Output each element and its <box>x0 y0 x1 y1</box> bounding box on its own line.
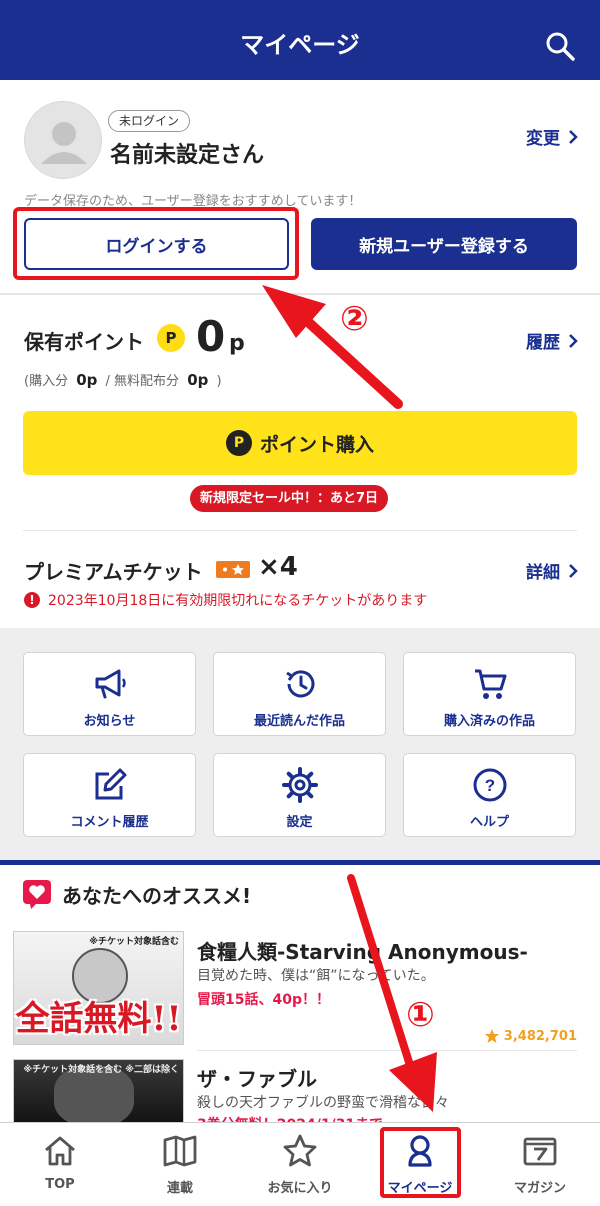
ticket-expiry-warning: ! 2023年10月18日に有効期限切れになるチケットがあります <box>24 590 427 610</box>
tab-label: マガジン <box>513 1181 566 1196</box>
point-coin-icon: P <box>225 430 252 456</box>
login-highlight-annotation <box>13 207 299 280</box>
menu-label: 最近読んだ作品 <box>253 714 345 729</box>
menu-comment-history[interactable]: コメント履歴 <box>23 753 196 837</box>
point-coin-icon: P <box>157 324 185 352</box>
buy-points-label: ポイント購入 <box>259 433 374 456</box>
points-history-link[interactable]: 履歴 <box>526 328 578 353</box>
points-value: 0 <box>196 312 226 361</box>
cart-icon <box>474 669 506 699</box>
arrow-to-login <box>262 285 403 409</box>
book-icon <box>163 1135 197 1167</box>
page-title: マイページ <box>240 31 360 59</box>
tab-top[interactable]: TOP <box>0 1123 120 1206</box>
star-icon <box>484 1029 499 1043</box>
book-thumbnail[interactable]: ※チケット対象話を含む ※二部は除く <box>13 1059 184 1127</box>
change-profile-link[interactable]: 変更 <box>526 124 578 149</box>
book-thumbnail[interactable]: ※チケット対象話含む 全話無料!! <box>13 931 184 1045</box>
heart-badge-icon <box>23 880 51 909</box>
chevron-right-icon <box>569 333 578 348</box>
step-2-annotation: ② <box>340 299 369 339</box>
menu-label: ヘルプ <box>469 815 509 830</box>
megaphone-icon <box>95 669 126 699</box>
warning-text: 2023年10月18日に有効期限切れになるチケットがあります <box>48 593 428 609</box>
points-unit: p <box>229 331 245 356</box>
sale-badge: 新規限定セール中！：あと7日 <box>190 485 389 512</box>
points-label: 保有ポイント <box>24 330 144 354</box>
recommend-title: あなたへのオススメ! <box>62 884 252 908</box>
menu-label: 購入済みの作品 <box>443 714 535 729</box>
register-button[interactable]: 新規ユーザー登録する <box>311 218 577 270</box>
menu-label: お知らせ <box>83 714 136 729</box>
avatar <box>24 101 102 179</box>
tab-label: 連載 <box>166 1181 193 1196</box>
status-badge: 未ログイン <box>108 110 191 132</box>
edit-icon <box>95 768 126 800</box>
tab-label: TOP <box>45 1177 75 1192</box>
menu-recently-read[interactable]: 最近読んだ作品 <box>213 652 386 736</box>
ticket-count: ×4 <box>258 552 298 582</box>
breakdown-close: ) <box>216 374 222 389</box>
chevron-right-icon <box>569 563 578 578</box>
change-label: 変更 <box>526 129 560 149</box>
thumbnail-headline: 全話無料!! <box>15 999 182 1039</box>
menu-notifications[interactable]: お知らせ <box>23 652 196 736</box>
divider <box>23 530 577 531</box>
menu-settings[interactable]: 設定 <box>213 753 386 837</box>
search-icon[interactable] <box>544 30 576 62</box>
star-icon <box>283 1134 317 1167</box>
history-label: 履歴 <box>526 333 560 353</box>
bottom-tab-bar: TOP 連載 お気に入り マイページ マガジン <box>0 1122 600 1206</box>
detail-label: 詳細 <box>526 563 560 583</box>
menu-label: 設定 <box>286 815 313 830</box>
step-1-annotation: ① <box>406 995 435 1035</box>
book-title[interactable]: 食糧人類-Starving Anonymous- <box>197 936 528 965</box>
buy-points-button[interactable]: P ポイント購入 <box>23 411 577 475</box>
svg-text:?: ? <box>484 776 494 795</box>
book-description: 殺しの天才ファブルの野蛮で滑稽な日々 <box>197 1095 449 1111</box>
divider <box>0 293 600 295</box>
cover-art <box>54 1066 134 1126</box>
thumbnail-note: ※チケット対象話含む <box>89 937 179 947</box>
ticket-detail-link[interactable]: 詳細 <box>526 558 578 583</box>
rating-count: 3,482,701 <box>503 1028 577 1044</box>
book-rating: 3,482,701 <box>484 1028 577 1044</box>
divider <box>197 1050 577 1051</box>
magazine-icon <box>523 1137 557 1166</box>
user-silhouette-icon <box>41 122 87 164</box>
free-points: 0p <box>187 371 209 389</box>
book-promo: 冒頭15話、40p！！ <box>197 992 330 1008</box>
breakdown-separator: / 無料配布分 <box>105 374 180 389</box>
alert-icon: ! <box>24 592 40 608</box>
menu-label: コメント履歴 <box>70 815 149 830</box>
breakdown-open: (購入分 <box>24 374 69 389</box>
tab-serial[interactable]: 連載 <box>120 1123 240 1206</box>
gear-icon <box>281 767 318 803</box>
menu-help[interactable]: ? ヘルプ <box>403 753 576 837</box>
book-title[interactable]: ザ・ファブル <box>197 1063 317 1092</box>
chevron-right-icon <box>569 129 578 144</box>
points-breakdown: (購入分 0p / 無料配布分 0p ) <box>24 370 222 389</box>
username: 名前未設定さん <box>110 143 265 168</box>
book-description: 目覚めた時、僕は“餌”になっていた。 <box>197 968 435 984</box>
menu-purchased[interactable]: 購入済みの作品 <box>403 652 576 736</box>
tab-favorites[interactable]: お気に入り <box>240 1123 360 1206</box>
home-icon <box>45 1136 75 1166</box>
section-divider <box>0 860 600 865</box>
ticket-icon <box>216 561 250 578</box>
tab-magazine[interactable]: マガジン <box>480 1123 600 1206</box>
purchased-points: 0p <box>76 371 98 389</box>
tab-label: お気に入り <box>267 1181 333 1196</box>
thumbnail-note: ※チケット対象話を含む ※二部は除く <box>23 1065 179 1075</box>
history-icon <box>285 670 314 698</box>
help-icon: ? <box>473 768 506 802</box>
app-header: マイページ <box>0 0 600 80</box>
mypage-highlight-annotation <box>380 1127 461 1198</box>
ticket-label: プレミアムチケット <box>24 560 203 584</box>
